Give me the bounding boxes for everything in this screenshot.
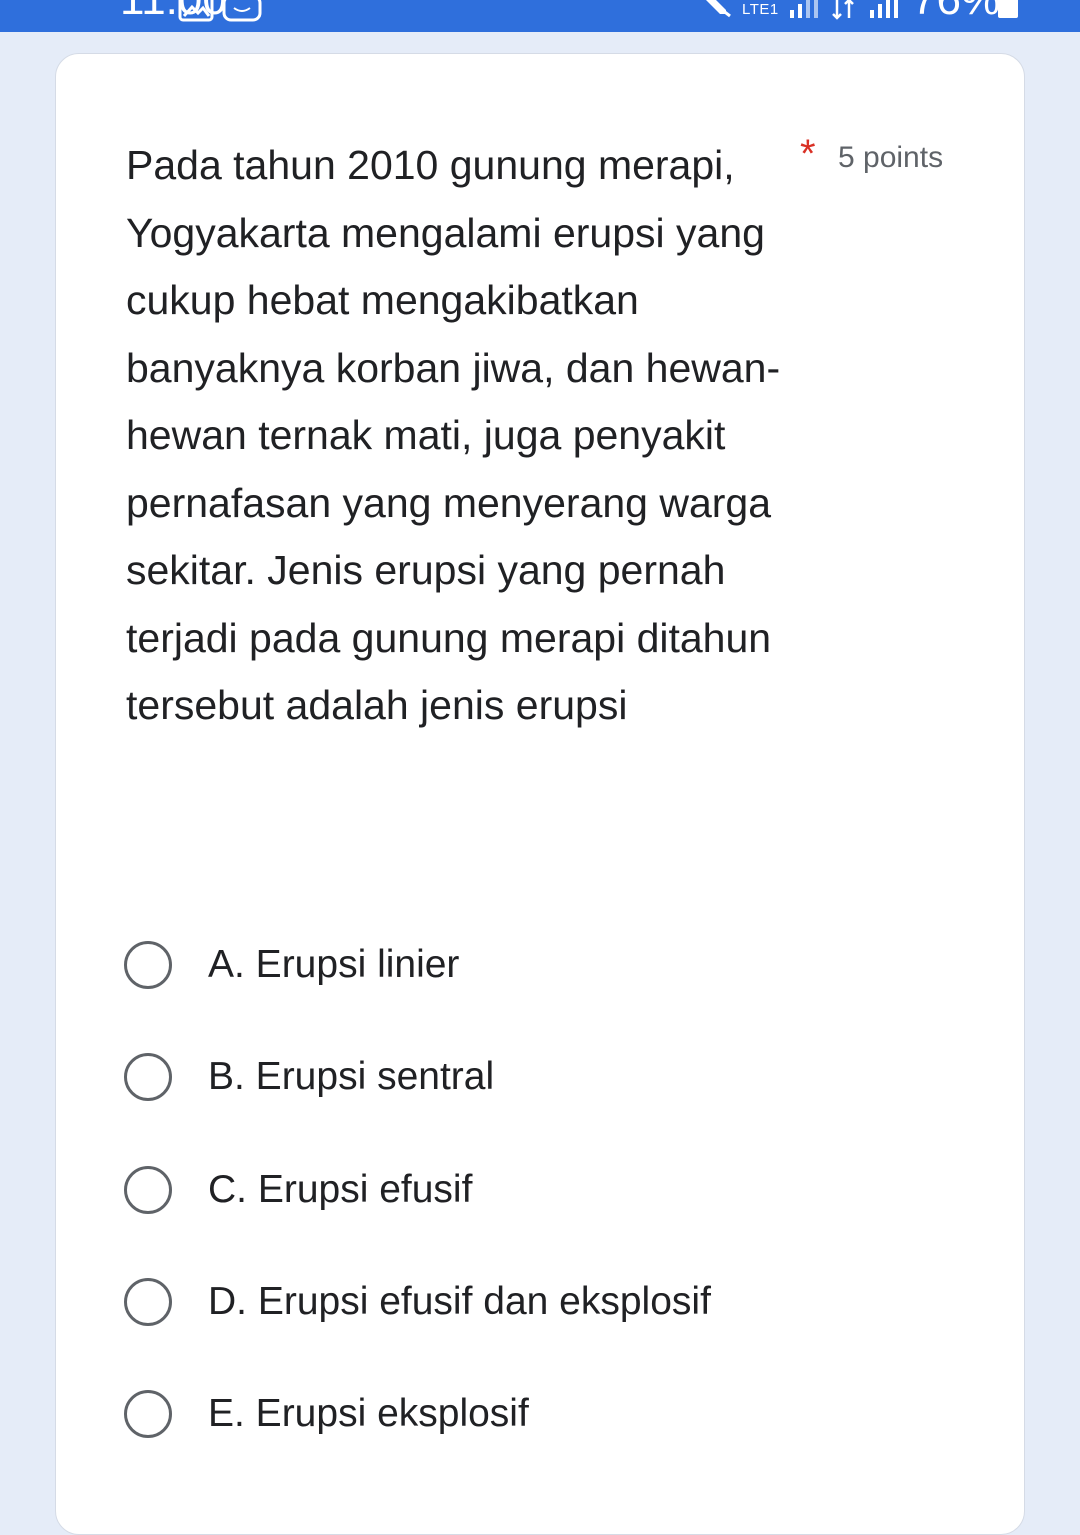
data-arrows-icon	[832, 0, 854, 20]
question-card: Pada tahun 2010 gunung merapi, Yogyakart…	[55, 53, 1025, 1535]
app-icon	[222, 0, 262, 22]
option-label: C. Erupsi efusif	[208, 1168, 473, 1211]
radio-button[interactable]	[124, 1166, 172, 1214]
option-e[interactable]: E. Erupsi eksplosif	[124, 1384, 984, 1444]
radio-button[interactable]	[124, 941, 172, 989]
signal-icon	[790, 0, 818, 18]
option-label: D. Erupsi efusif dan eksplosif	[208, 1280, 711, 1323]
radio-button[interactable]	[124, 1053, 172, 1101]
question-text: Pada tahun 2010 gunung merapi, Yogyakart…	[126, 142, 781, 728]
option-d[interactable]: D. Erupsi efusif dan eksplosif	[124, 1272, 984, 1332]
option-label: B. Erupsi sentral	[208, 1055, 495, 1098]
points-label: 5 points	[838, 141, 944, 174]
option-c[interactable]: C. Erupsi efusif	[124, 1160, 984, 1220]
required-asterisk: *	[800, 132, 816, 176]
network-label: LTE1	[742, 1, 779, 18]
radio-button[interactable]	[124, 1390, 172, 1438]
option-label: E. Erupsi eksplosif	[208, 1392, 529, 1435]
battery-percentage: 76%	[912, 0, 1000, 22]
gallery-icon	[178, 0, 214, 22]
option-a[interactable]: A. Erupsi linier	[124, 935, 984, 995]
mute-icon	[706, 0, 731, 18]
radio-button[interactable]	[124, 1278, 172, 1326]
option-b[interactable]: B. Erupsi sentral	[124, 1047, 984, 1107]
option-label: A. Erupsi linier	[208, 943, 460, 986]
status-bar: 11.00 LTE1 76%	[0, 0, 1080, 32]
battery-icon	[998, 0, 1018, 18]
signal-icon-2	[870, 0, 898, 18]
